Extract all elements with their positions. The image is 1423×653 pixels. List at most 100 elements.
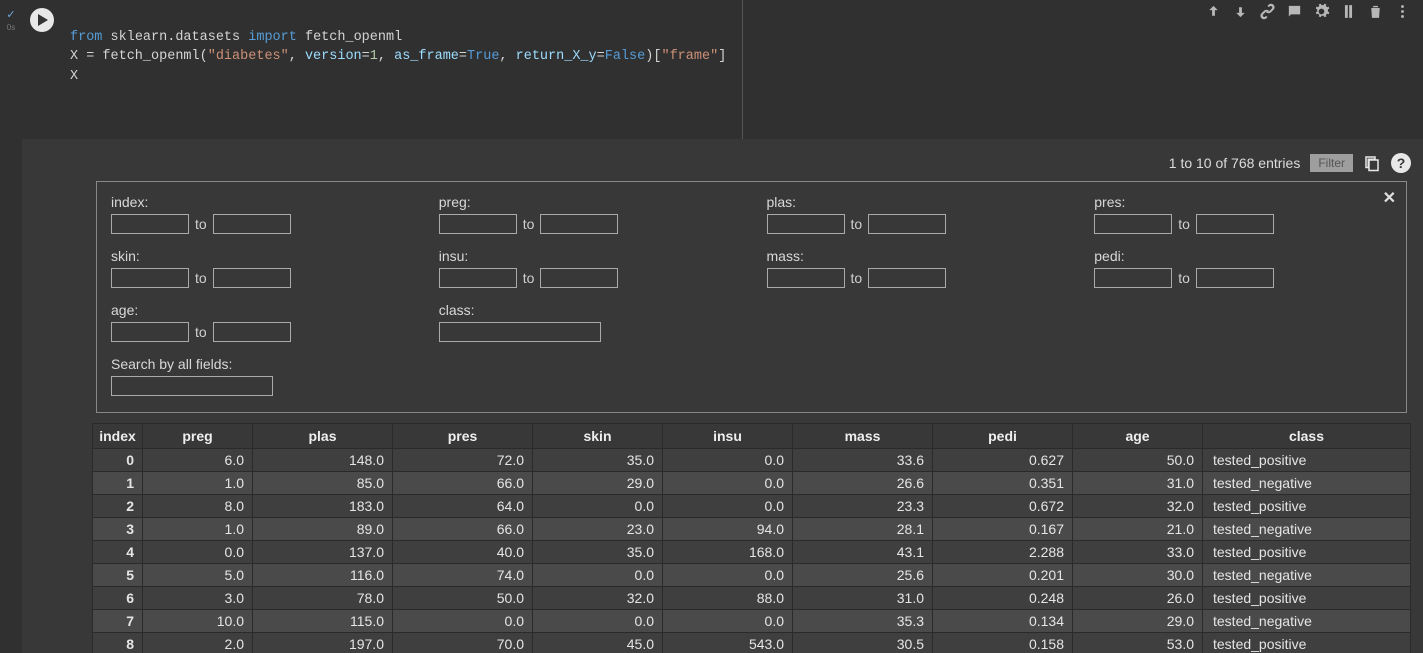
filter-age-to[interactable] — [213, 322, 291, 342]
cell-plas: 89.0 — [253, 518, 393, 541]
filter-skin-from[interactable] — [111, 268, 189, 288]
code-token: sklearn.datasets — [111, 30, 241, 45]
cell-skin: 45.0 — [533, 633, 663, 653]
filter-class-input[interactable] — [439, 322, 601, 342]
search-all-label: Search by all fields: — [111, 356, 409, 372]
table-row[interactable]: 55.0116.074.00.00.025.60.20130.0tested_n… — [93, 564, 1411, 587]
cell-pedi: 0.351 — [933, 472, 1073, 495]
filter-group-mass: mass:to — [767, 248, 1065, 288]
cell-pedi: 0.672 — [933, 495, 1073, 518]
cell-insu: 94.0 — [663, 518, 793, 541]
code-token: = — [362, 49, 370, 64]
code-token: "diabetes" — [208, 49, 289, 64]
col-header-pres[interactable]: pres — [393, 424, 533, 449]
close-filter-icon[interactable]: ✕ — [1383, 188, 1396, 208]
code-token: False — [605, 49, 646, 64]
filter-plas-to[interactable] — [868, 214, 946, 234]
filter-mass-to[interactable] — [868, 268, 946, 288]
cell-pres: 66.0 — [393, 518, 533, 541]
col-header-index[interactable]: index — [93, 424, 143, 449]
cell-preg: 2.0 — [143, 633, 253, 653]
filter-mass-from[interactable] — [767, 268, 845, 288]
table-row[interactable]: 63.078.050.032.088.031.00.24826.0tested_… — [93, 587, 1411, 610]
cell-pres: 64.0 — [393, 495, 533, 518]
cell-insu: 0.0 — [663, 610, 793, 633]
table-row[interactable]: 40.0137.040.035.0168.043.12.28833.0teste… — [93, 541, 1411, 564]
filter-index-to[interactable] — [213, 214, 291, 234]
col-header-skin[interactable]: skin — [533, 424, 663, 449]
filter-to-word: to — [851, 270, 863, 286]
cell-skin: 29.0 — [533, 472, 663, 495]
cell-plas: 78.0 — [253, 587, 393, 610]
cell-class: tested_negative — [1203, 472, 1411, 495]
filter-pres-to[interactable] — [1196, 214, 1274, 234]
run-cell-button[interactable] — [30, 8, 54, 32]
filter-plas-from[interactable] — [767, 214, 845, 234]
code-token: X — [70, 69, 78, 84]
filter-pres-from[interactable] — [1094, 214, 1172, 234]
data-table: indexpregplaspresskininsumasspediageclas… — [92, 423, 1411, 653]
table-row[interactable]: 82.0197.070.045.0543.030.50.15853.0teste… — [93, 633, 1411, 653]
table-row[interactable]: 28.0183.064.00.00.023.30.67232.0tested_p… — [93, 495, 1411, 518]
filter-pedi-from[interactable] — [1094, 268, 1172, 288]
cell-insu: 0.0 — [663, 495, 793, 518]
move-up-icon[interactable] — [1205, 3, 1222, 20]
cell-insu: 168.0 — [663, 541, 793, 564]
filter-insu-from[interactable] — [439, 268, 517, 288]
filter-panel: ✕ index:topreg:toplas:topres:toskin:toin… — [96, 181, 1407, 413]
table-row[interactable]: 31.089.066.023.094.028.10.16721.0tested_… — [93, 518, 1411, 541]
col-header-age[interactable]: age — [1073, 424, 1203, 449]
delete-icon[interactable] — [1367, 3, 1384, 20]
cell-toolbar — [1199, 0, 1417, 23]
cell-pres: 74.0 — [393, 564, 533, 587]
cell-insu: 0.0 — [663, 449, 793, 472]
cell-class: tested_positive — [1203, 633, 1411, 653]
code-token: 1 — [370, 49, 378, 64]
comment-icon[interactable] — [1286, 3, 1303, 20]
table-row[interactable]: 710.0115.00.00.00.035.30.13429.0tested_n… — [93, 610, 1411, 633]
code-token: return_X_y — [516, 49, 597, 64]
col-header-pedi[interactable]: pedi — [933, 424, 1073, 449]
code-token: ] — [718, 49, 726, 64]
filter-index-from[interactable] — [111, 214, 189, 234]
col-header-class[interactable]: class — [1203, 424, 1411, 449]
table-row[interactable]: 11.085.066.029.00.026.60.35131.0tested_n… — [93, 472, 1411, 495]
filter-label-preg: preg: — [439, 194, 737, 210]
settings-icon[interactable] — [1313, 3, 1330, 20]
col-header-insu[interactable]: insu — [663, 424, 793, 449]
filter-group-insu: insu:to — [439, 248, 737, 288]
table-row[interactable]: 06.0148.072.035.00.033.60.62750.0tested_… — [93, 449, 1411, 472]
cell-plas: 137.0 — [253, 541, 393, 564]
cell-pedi: 2.288 — [933, 541, 1073, 564]
search-all-input[interactable] — [111, 376, 273, 396]
cell-preg: 10.0 — [143, 610, 253, 633]
code-token: import — [248, 30, 297, 45]
link-icon[interactable] — [1259, 3, 1276, 20]
move-down-icon[interactable] — [1232, 3, 1249, 20]
cell-output: 1 to 10 of 768 entries Filter ? ✕ index:… — [22, 139, 1423, 653]
more-icon[interactable] — [1394, 3, 1411, 20]
filter-insu-to[interactable] — [540, 268, 618, 288]
cell-mass: 25.6 — [793, 564, 933, 587]
filter-group-class: class: — [439, 302, 737, 342]
filter-age-from[interactable] — [111, 322, 189, 342]
cell-age: 26.0 — [1073, 587, 1203, 610]
cell-plas: 115.0 — [253, 610, 393, 633]
cell-skin: 32.0 — [533, 587, 663, 610]
mirror-icon[interactable] — [1340, 3, 1357, 20]
cell-pedi: 0.134 — [933, 610, 1073, 633]
cell-index: 1 — [93, 472, 143, 495]
filter-label-skin: skin: — [111, 248, 409, 264]
cell-plas: 116.0 — [253, 564, 393, 587]
filter-preg-from[interactable] — [439, 214, 517, 234]
filter-skin-to[interactable] — [213, 268, 291, 288]
help-icon[interactable]: ? — [1391, 153, 1411, 173]
filter-button[interactable]: Filter — [1310, 154, 1353, 172]
col-header-mass[interactable]: mass — [793, 424, 933, 449]
copy-icon[interactable] — [1363, 154, 1381, 172]
col-header-preg[interactable]: preg — [143, 424, 253, 449]
filter-preg-to[interactable] — [540, 214, 618, 234]
col-header-plas[interactable]: plas — [253, 424, 393, 449]
cell-mass: 31.0 — [793, 587, 933, 610]
filter-pedi-to[interactable] — [1196, 268, 1274, 288]
